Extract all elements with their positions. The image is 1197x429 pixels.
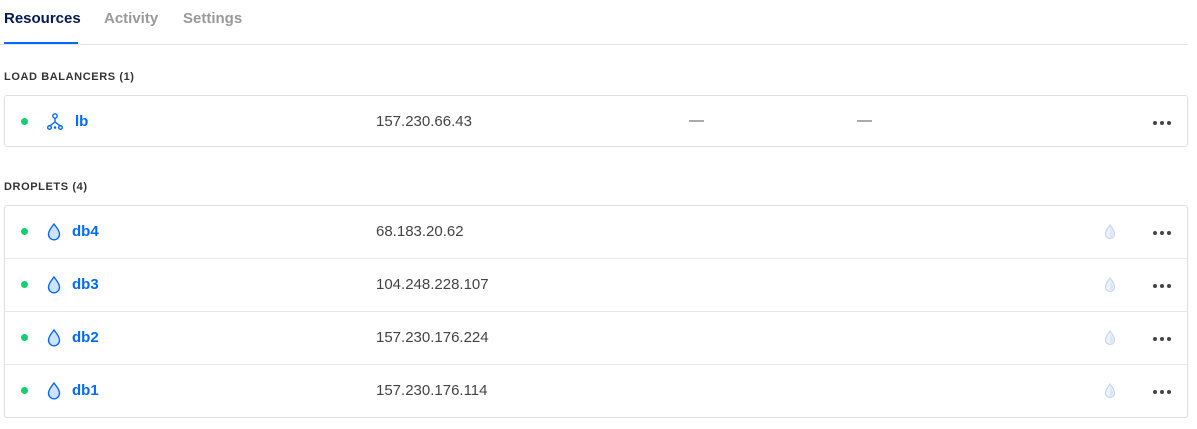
droplet-name-link[interactable]: db3 [72,276,99,293]
more-options-button[interactable] [1152,381,1172,401]
tab-bar: Resources Activity Settings [0,0,1188,45]
monitoring-icon[interactable] [1101,381,1119,401]
droplet-row: db4 68.183.20.62 [5,206,1187,258]
load-balancer-row: lb 157.230.66.43 — — [5,96,1187,148]
monitoring-icon[interactable] [1101,275,1119,295]
droplets-heading: DROPLETS (4) [4,181,88,193]
tab-resources[interactable]: Resources [4,10,81,27]
droplet-icon [47,275,61,294]
status-active-indicator [21,334,28,341]
droplet-row: db1 157.230.176.114 [5,365,1187,417]
more-options-button[interactable] [1152,112,1172,132]
load-balancer-ip: 157.230.66.43 [376,113,472,130]
more-options-button[interactable] [1152,222,1172,242]
droplets-list: db4 68.183.20.62 db3 104.248.228.107 db2… [4,205,1188,418]
active-tab-indicator [4,42,78,44]
more-options-button[interactable] [1152,275,1172,295]
monitoring-icon[interactable] [1101,328,1119,348]
droplet-name-link[interactable]: db4 [72,223,99,240]
tab-settings[interactable]: Settings [183,10,242,27]
status-active-indicator [21,281,28,288]
load-balancers-list: lb 157.230.66.43 — — [4,95,1188,147]
droplet-ip: 104.248.228.107 [376,276,489,293]
monitoring-icon[interactable] [1101,222,1119,242]
droplet-row: db3 104.248.228.107 [5,259,1187,311]
droplet-ip: 68.183.20.62 [376,223,464,240]
droplet-icon [47,222,61,241]
load-balancer-icon [47,113,63,130]
status-active-indicator [21,387,28,394]
more-options-button[interactable] [1152,328,1172,348]
droplet-row: db2 157.230.176.224 [5,312,1187,364]
tab-activity[interactable]: Activity [104,10,158,27]
load-balancer-name-link[interactable]: lb [75,113,88,130]
load-balancers-heading: LOAD BALANCERS (1) [4,71,135,83]
droplet-ip: 157.230.176.114 [376,382,488,399]
droplet-icon [47,381,61,400]
load-balancer-col3-value: — [689,112,704,129]
droplet-ip: 157.230.176.224 [376,329,489,346]
droplet-name-link[interactable]: db1 [72,382,99,399]
status-active-indicator [21,228,28,235]
load-balancer-col4-value: — [857,112,872,129]
droplet-name-link[interactable]: db2 [72,329,99,346]
status-active-indicator [21,118,28,125]
droplet-icon [47,328,61,347]
